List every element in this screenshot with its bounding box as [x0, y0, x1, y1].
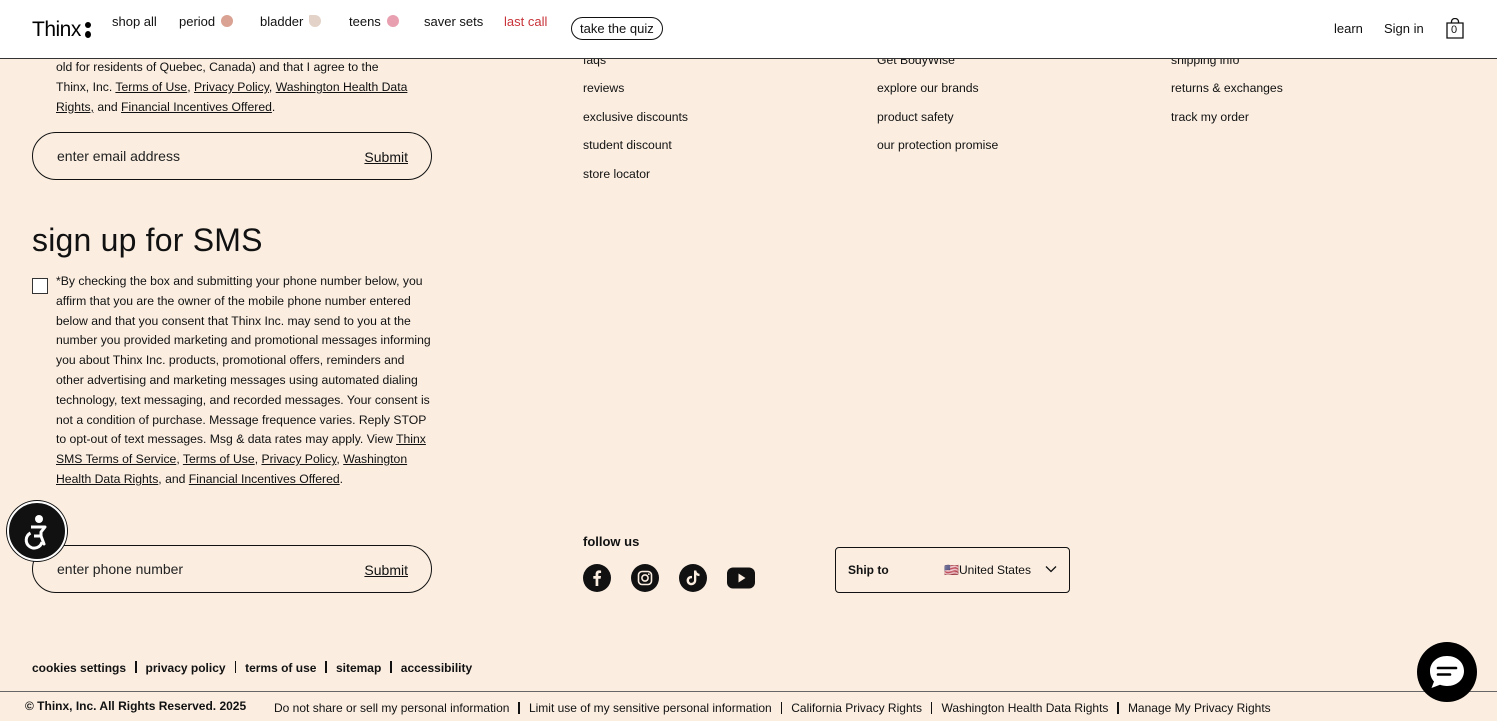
phone-submit-button[interactable]: Submit	[364, 562, 408, 578]
period-dot-icon	[221, 15, 234, 27]
email-input[interactable]: enter email address	[57, 148, 180, 164]
privacy-policy-footer-link[interactable]: privacy policy	[146, 661, 226, 675]
financial-incentives-link[interactable]: Financial Incentives Offered	[121, 100, 272, 114]
chevron-down-icon	[1045, 566, 1057, 573]
youtube-icon[interactable]	[727, 564, 755, 592]
cookies-settings-link[interactable]: cookies settings	[32, 661, 126, 675]
ship-to-selector[interactable]: Ship to 🇺🇸United States	[835, 547, 1070, 593]
divider	[390, 661, 392, 673]
footer-divider	[0, 691, 1497, 692]
thinx-logo[interactable]: Thinx	[32, 18, 92, 42]
sms-title: sign up for SMS	[32, 222, 263, 258]
limit-use-link[interactable]: Limit use of my sensitive personal infor…	[529, 701, 772, 715]
accessibility-link[interactable]: accessibility	[401, 661, 472, 675]
nav-learn[interactable]: learn	[1334, 21, 1363, 36]
facebook-icon[interactable]	[583, 564, 611, 592]
nav-saver-sets[interactable]: saver sets	[424, 14, 483, 29]
divider	[930, 702, 933, 714]
terms-of-use-link[interactable]: Terms of Use	[115, 80, 187, 94]
divider	[780, 702, 783, 714]
nav-period[interactable]: period	[179, 14, 234, 29]
nav-bladder[interactable]: bladder	[260, 14, 322, 29]
manage-privacy-link[interactable]: Manage My Privacy Rights	[1128, 701, 1271, 715]
washington-health-footer-link[interactable]: Washington Health Data Rights	[941, 701, 1108, 715]
ship-to-label: Ship to	[848, 563, 889, 577]
terms-of-use-footer-link[interactable]: terms of use	[245, 661, 316, 675]
logo-mark-icon	[84, 20, 92, 40]
divider	[1117, 702, 1119, 714]
sms-privacy-policy-link[interactable]: Privacy Policy	[261, 452, 336, 466]
sms-consent-text: *By checking the box and submitting your…	[56, 274, 431, 486]
footer-link[interactable]: our protection promise	[877, 138, 998, 152]
phone-form: enter phone number Submit	[32, 545, 432, 593]
privacy-policy-link[interactable]: Privacy Policy	[194, 80, 269, 94]
divider	[518, 702, 520, 714]
sms-consent-checkbox[interactable]	[32, 278, 48, 294]
email-submit-button[interactable]: Submit	[364, 149, 408, 165]
sitemap-link[interactable]: sitemap	[336, 661, 381, 675]
teens-flower-icon	[386, 15, 399, 27]
footer-link[interactable]: store locator	[583, 167, 650, 181]
chat-button[interactable]	[1417, 642, 1477, 702]
email-consent-text: old for residents of Quebec, Canada) and…	[56, 60, 408, 114]
follow-us-heading: follow us	[583, 534, 640, 549]
tiktok-icon[interactable]	[679, 564, 707, 592]
footer-link[interactable]: student discount	[583, 138, 672, 152]
email-form: enter email address Submit	[32, 132, 432, 180]
ship-to-country: 🇺🇸United States	[944, 563, 1031, 577]
nav-last-call[interactable]: last call	[504, 14, 547, 29]
divider	[325, 661, 327, 673]
phone-input[interactable]: enter phone number	[57, 561, 183, 577]
footer-link[interactable]: exclusive discounts	[583, 110, 688, 124]
divider	[135, 661, 137, 673]
divider	[234, 661, 237, 673]
nav-teens[interactable]: teens	[349, 14, 399, 29]
footer-link[interactable]: returns & exchanges	[1171, 81, 1283, 95]
footer-link[interactable]: reviews	[583, 81, 624, 95]
accessibility-button[interactable]	[7, 501, 67, 561]
sms-terms-of-use-link[interactable]: Terms of Use	[183, 452, 255, 466]
bladder-leaf-icon	[309, 15, 322, 27]
sms-financial-link[interactable]: Financial Incentives Offered	[189, 472, 340, 486]
footer-legal-links: cookies settings privacy policy terms of…	[32, 661, 472, 675]
cart-count: 0	[1451, 24, 1458, 36]
accessibility-icon	[24, 515, 47, 550]
take-the-quiz-button[interactable]: take the quiz	[571, 17, 663, 40]
cart-button[interactable]: 0	[1446, 17, 1464, 39]
copyright: © Thinx, Inc. All Rights Reserved. 2025	[25, 699, 247, 713]
instagram-icon[interactable]	[631, 564, 659, 592]
footer-link[interactable]: product safety	[877, 110, 954, 124]
footer-link[interactable]: track my order	[1171, 110, 1249, 124]
sign-in-link[interactable]: Sign in	[1384, 21, 1424, 36]
privacy-rights-links: Do not share or sell my personal informa…	[274, 701, 1271, 715]
site-header: Thinx shop all period bladder teens save…	[0, 0, 1497, 59]
chat-bubble-icon	[1430, 656, 1464, 688]
footer-link[interactable]: explore our brands	[877, 81, 979, 95]
california-privacy-link[interactable]: California Privacy Rights	[791, 701, 922, 715]
nav-shop-all[interactable]: shop all	[112, 14, 157, 29]
do-not-sell-link[interactable]: Do not share or sell my personal informa…	[274, 701, 509, 715]
